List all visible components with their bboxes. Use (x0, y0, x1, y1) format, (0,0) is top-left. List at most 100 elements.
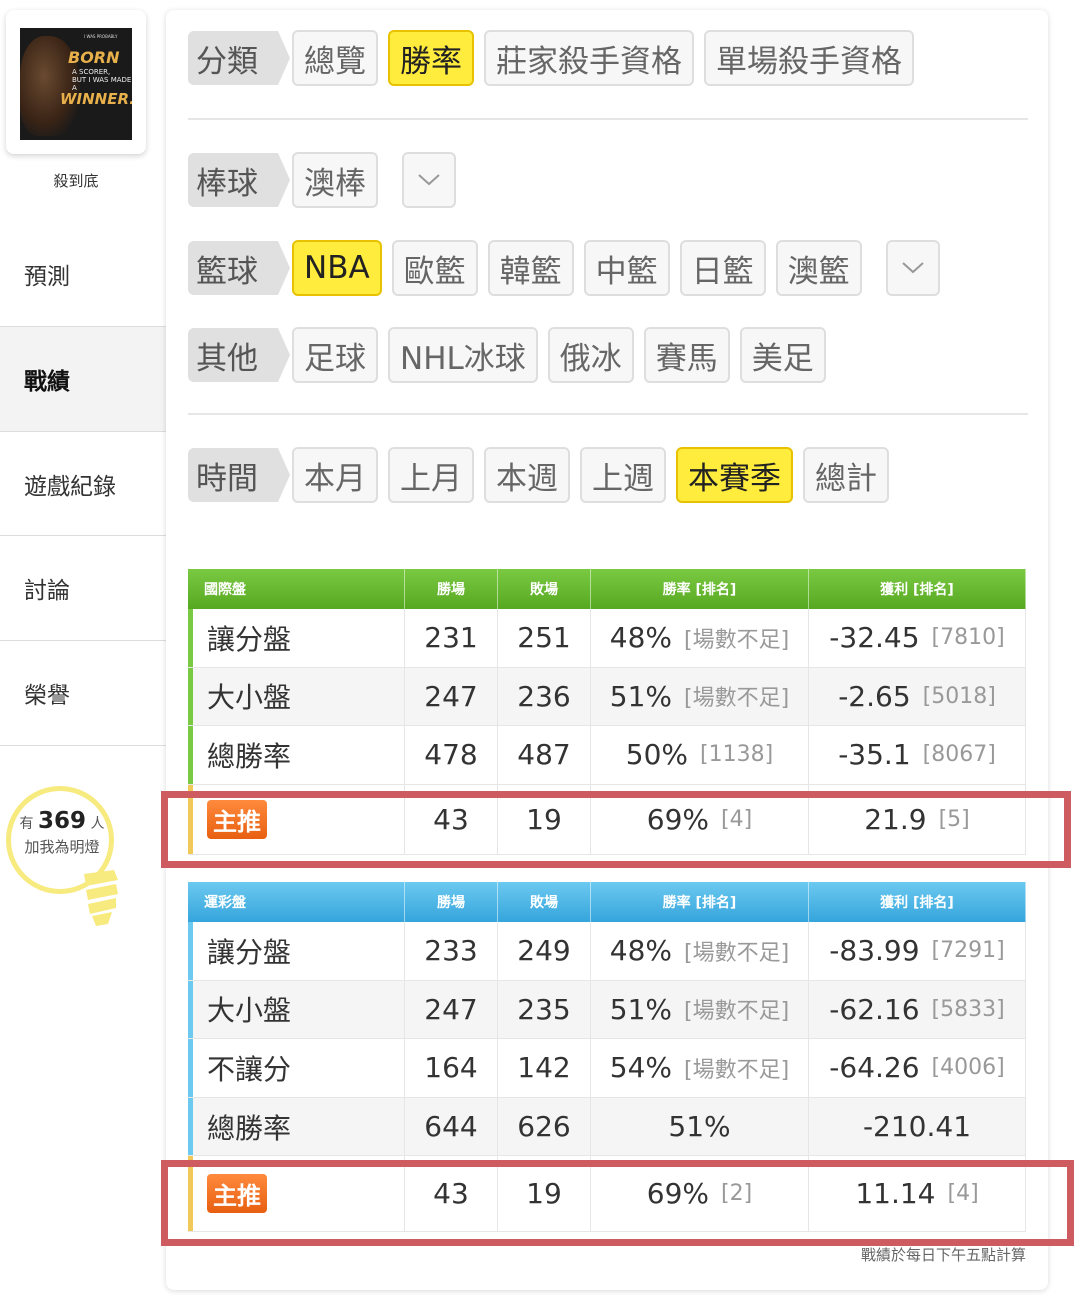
wins: 644 (405, 1097, 498, 1156)
league-korea-basketball[interactable]: 韓籃 (487, 240, 574, 296)
league-abl[interactable]: 澳棒 (292, 152, 378, 208)
sidebar: I WAS PROBABLY BORN A SCORER, BUT I WAS … (0, 0, 168, 1303)
bet-type: 讓分盤 (188, 609, 405, 667)
league-euro-basketball[interactable]: 歐籃 (391, 240, 478, 296)
profit: -83.99 [7291] (809, 922, 1026, 980)
chevron-down-icon (418, 174, 440, 186)
profit: -2.65 [5018] (809, 667, 1026, 726)
profit: -62.16 [5833] (809, 980, 1026, 1039)
table-row: 總勝率 644 626 51% -210.41 (188, 1097, 1026, 1157)
filter-label: 其他 (188, 328, 290, 382)
losses: 142 (498, 1039, 591, 1097)
wins: 164 (405, 1039, 498, 1097)
highlight-box (161, 791, 1071, 868)
table-row: 大小盤 247 235 51% [場數不足] -62.16 [5833] (188, 980, 1026, 1040)
period-this-month[interactable]: 本月 (292, 447, 378, 503)
win-rate: 51% [場數不足] (591, 980, 809, 1039)
category-filter-row: 分類 總覽 勝率 莊家殺手資格 單場殺手資格 (188, 30, 914, 86)
win-rate: 51% (591, 1097, 809, 1156)
table-header: 運彩盤 勝場 敗場 勝率 [排名] 獲利 [排名] (188, 882, 1026, 922)
column-header: 獲利 [排名] (809, 569, 1026, 609)
sport-soccer[interactable]: 足球 (292, 327, 378, 383)
league-nba[interactable]: NBA (292, 240, 382, 296)
wins: 478 (405, 726, 498, 784)
highlight-box (161, 1160, 1074, 1246)
win-rate: 54% [場數不足] (591, 1039, 809, 1097)
losses: 236 (498, 667, 591, 726)
profit: -35.1 [8067] (809, 726, 1026, 784)
basketball-filter-row: 籃球 NBA 歐籃 韓籃 中籃 日籃 澳籃 (188, 240, 940, 296)
baseball-more-dropdown[interactable] (402, 152, 456, 208)
sidebar-item-record[interactable]: 戰績 (0, 327, 166, 431)
losses: 626 (498, 1097, 591, 1156)
avatar[interactable]: I WAS PROBABLY BORN A SCORER, BUT I WAS … (20, 28, 132, 140)
username[interactable]: 殺到底 (0, 170, 152, 191)
period-this-season[interactable]: 本賽季 (676, 447, 793, 503)
bet-type: 不讓分 (188, 1039, 405, 1097)
bet-type: 總勝率 (188, 1097, 405, 1156)
filter-label: 時間 (188, 448, 290, 502)
fans-count: 有 369 人 (19, 808, 105, 834)
win-rate: 51% [場數不足] (591, 667, 809, 726)
league-china-basketball[interactable]: 中籃 (583, 240, 670, 296)
losses: 487 (498, 726, 591, 784)
wins: 233 (405, 922, 498, 980)
period-this-week[interactable]: 本週 (484, 447, 570, 503)
table-row: 不讓分 164 142 54% [場數不足] -64.26 [4006] (188, 1039, 1026, 1098)
win-rate: 50% [1138] (591, 726, 809, 784)
tab-single-game-killer[interactable]: 單場殺手資格 (704, 30, 914, 86)
table-row: 總勝率 478 487 50% [1138] -35.1 [8067] (188, 726, 1026, 785)
divider (188, 118, 1028, 120)
table-row: 讓分盤 231 251 48% [場數不足] -32.45 [7810] (188, 609, 1026, 668)
win-rate: 48% [場數不足] (591, 609, 809, 667)
period-last-week[interactable]: 上週 (580, 447, 666, 503)
filter-label: 棒球 (188, 153, 290, 207)
league-japan-basketball[interactable]: 日籃 (679, 240, 766, 296)
bet-type: 大小盤 (188, 980, 405, 1039)
divider (0, 745, 166, 746)
column-header: 勝率 [排名] (591, 569, 809, 609)
column-header: 勝率 [排名] (591, 882, 809, 922)
column-header: 獲利 [排名] (809, 882, 1026, 922)
tab-overview[interactable]: 總覽 (292, 30, 378, 86)
calculation-note: 戰績於每日下午五點計算 (860, 1246, 1026, 1264)
wins: 247 (405, 980, 498, 1039)
sidebar-item-honor[interactable]: 榮譽 (0, 641, 166, 745)
other-filter-row: 其他 足球 NHL冰球 俄冰 賽馬 美足 (188, 327, 826, 383)
avatar-text: WINNER. (60, 90, 132, 108)
profit: -210.41 (809, 1097, 1026, 1156)
column-header: 勝場 (405, 569, 498, 609)
avatar-card[interactable]: I WAS PROBABLY BORN A SCORER, BUT I WAS … (6, 10, 146, 154)
sport-horse-racing[interactable]: 賽馬 (643, 327, 730, 383)
wins: 247 (405, 667, 498, 726)
period-last-month[interactable]: 上月 (388, 447, 474, 503)
profit: -64.26 [4006] (809, 1039, 1026, 1097)
sidebar-item-game-log[interactable]: 遊戲紀錄 (0, 432, 166, 536)
league-australia-basketball[interactable]: 澳籃 (775, 240, 862, 296)
sport-nhl[interactable]: NHL冰球 (388, 327, 538, 383)
column-header: 國際盤 (188, 569, 405, 609)
baseball-filter-row: 棒球 澳棒 (188, 152, 456, 208)
sidebar-item-discussion[interactable]: 討論 (0, 536, 166, 640)
sport-russia-hockey[interactable]: 俄冰 (547, 327, 634, 383)
tab-bookmaker-killer[interactable]: 莊家殺手資格 (484, 30, 694, 86)
sport-american-football[interactable]: 美足 (739, 327, 826, 383)
avatar-text: BORN (68, 48, 120, 67)
losses: 235 (498, 980, 591, 1039)
basketball-more-dropdown[interactable] (885, 240, 940, 296)
profit: -32.45 [7810] (809, 609, 1026, 667)
tab-win-rate[interactable]: 勝率 (388, 30, 474, 86)
column-header: 運彩盤 (188, 882, 405, 922)
losses: 251 (498, 609, 591, 667)
sidebar-item-prediction[interactable]: 預測 (0, 222, 166, 326)
divider (188, 413, 1028, 415)
column-header: 敗場 (498, 569, 591, 609)
win-rate: 48% [場數不足] (591, 922, 809, 980)
table-row: 大小盤 247 236 51% [場數不足] -2.65 [5018] (188, 667, 1026, 727)
period-total[interactable]: 總計 (803, 447, 889, 503)
avatar-text: I WAS PROBABLY (84, 34, 118, 39)
bet-type: 總勝率 (188, 726, 405, 784)
lightbulb-base-icon (84, 870, 118, 926)
avatar-text: A SCORER, (72, 68, 111, 76)
chevron-down-icon (902, 262, 924, 274)
